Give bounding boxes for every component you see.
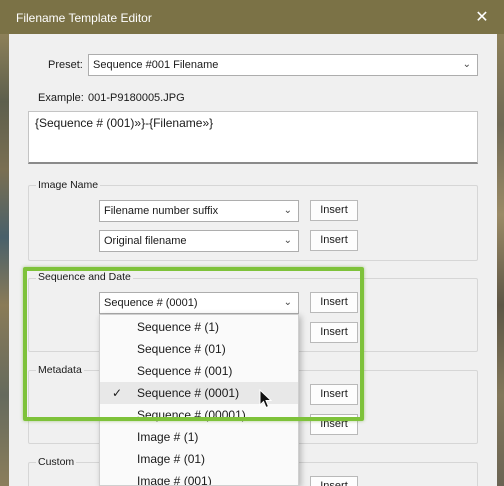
chevron-down-icon: ⌄ <box>283 297 292 308</box>
image-name-select-1-value: Filename number suffix <box>104 205 219 217</box>
insert-button-sequence[interactable]: Insert <box>310 292 358 313</box>
preset-label: Preset: <box>48 59 83 71</box>
image-name-select-2-value: Original filename <box>104 235 187 247</box>
chevron-down-icon: ⌄ <box>283 235 292 246</box>
dropdown-item-label: Sequence # (0001) <box>137 386 240 400</box>
dropdown-item-label: Image # (1) <box>137 430 199 444</box>
preset-select[interactable]: Sequence #001 Filename ⌄ <box>88 54 478 76</box>
insert-button-image-name-1[interactable]: Insert <box>310 200 358 221</box>
dropdown-item-label: Sequence # (01) <box>137 342 226 356</box>
example-value: 001-P9180005.JPG <box>88 92 185 104</box>
insert-button-metadata-2[interactable]: Insert <box>310 414 358 435</box>
insert-button-metadata-1[interactable]: Insert <box>310 384 358 405</box>
image-name-title: Image Name <box>36 179 101 191</box>
title-bar[interactable]: Filename Template Editor ✕ <box>0 0 504 34</box>
sequence-date-title: Sequence and Date <box>36 271 133 283</box>
chevron-down-icon: ⌄ <box>462 59 471 70</box>
insert-button-date[interactable]: Insert <box>310 322 358 343</box>
metadata-title: Metadata <box>36 364 84 376</box>
insert-button-custom[interactable]: Insert <box>310 476 358 486</box>
image-name-select-1[interactable]: Filename number suffix ⌄ <box>99 200 299 222</box>
dropdown-item-label: Image # (001) <box>137 474 212 486</box>
dropdown-item-sequence-01[interactable]: Sequence # (01) <box>100 338 298 360</box>
dropdown-item-label: Sequence # (00001) <box>137 408 246 422</box>
checkmark-icon: ✓ <box>112 386 123 400</box>
insert-button-image-name-2[interactable]: Insert <box>310 230 358 251</box>
sequence-select[interactable]: Sequence # (0001) ⌄ <box>99 292 299 314</box>
dropdown-item-label: Sequence # (1) <box>137 320 220 334</box>
template-text-field[interactable]: {Sequence # (001)»}-{Filename»} <box>28 111 478 164</box>
sequence-select-value: Sequence # (0001) <box>104 297 198 309</box>
dropdown-item-image-01[interactable]: Image # (01) <box>100 448 298 470</box>
mouse-cursor-icon <box>259 389 273 409</box>
preset-select-value: Sequence #001 Filename <box>93 59 219 71</box>
example-label: Example: <box>38 92 84 104</box>
dropdown-item-image-1[interactable]: Image # (1) <box>100 426 298 448</box>
dropdown-item-label: Sequence # (001) <box>137 364 233 378</box>
close-icon[interactable]: ✕ <box>470 6 494 28</box>
chevron-down-icon: ⌄ <box>283 205 292 216</box>
window-title: Filename Template Editor <box>16 11 152 25</box>
background-photo-right-edge <box>497 34 504 486</box>
image-name-select-2[interactable]: Original filename ⌄ <box>99 230 299 252</box>
background-photo-left-edge <box>0 34 9 486</box>
template-text-value: {Sequence # (001)»}-{Filename»} <box>35 116 214 130</box>
dropdown-item-image-001[interactable]: Image # (001) <box>100 470 298 486</box>
dropdown-item-sequence-001[interactable]: Sequence # (001) <box>100 360 298 382</box>
dropdown-item-sequence-1[interactable]: Sequence # (1) <box>100 316 298 338</box>
custom-title: Custom <box>36 456 77 468</box>
dropdown-item-label: Image # (01) <box>137 452 206 466</box>
dialog-window: Filename Template Editor ✕ Preset: Seque… <box>0 0 504 486</box>
